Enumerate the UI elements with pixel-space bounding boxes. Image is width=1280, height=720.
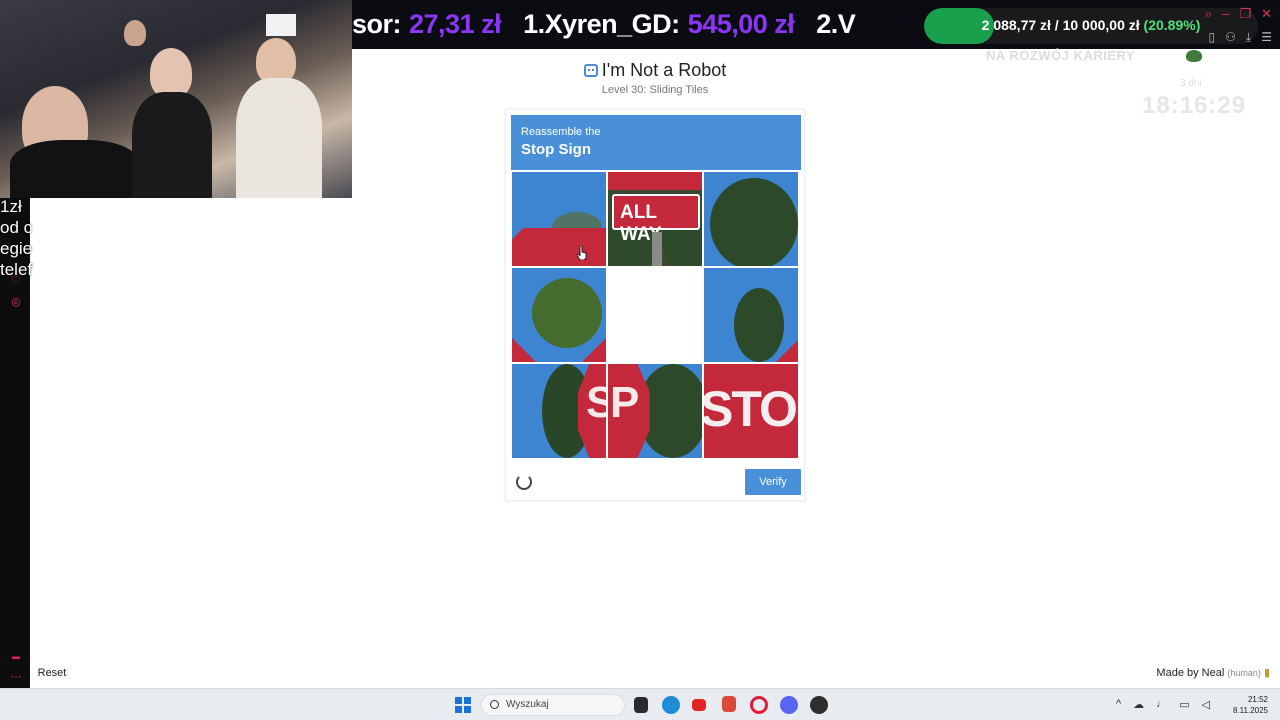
search-icon[interactable]: ⌕ bbox=[1205, 6, 1212, 22]
tile-grid: ALL WAY SP STO bbox=[512, 172, 800, 460]
reset-button[interactable]: Reset bbox=[30, 660, 74, 686]
bookmark-icon[interactable]: ▯ bbox=[1209, 30, 1216, 45]
page-subtitle: Level 30: Sliding Tiles bbox=[601, 84, 709, 96]
windows-start-icon[interactable] bbox=[455, 697, 471, 713]
volume-icon[interactable]: ◁ bbox=[1202, 698, 1210, 711]
ticker-name: sor: bbox=[352, 9, 402, 39]
page-title: I'm Not a Robot bbox=[0, 60, 1280, 81]
puzzle-tile[interactable] bbox=[512, 172, 606, 266]
countdown-clock: 18:16:29 bbox=[1142, 92, 1247, 119]
ticker-amount: 545,00 zł bbox=[687, 9, 795, 39]
goal-current: 2 088,77 zł bbox=[981, 17, 1051, 33]
browser-toolbar-icons: ▯ ⚇ ⤓ ☰ bbox=[1209, 30, 1272, 45]
network-icon[interactable]: ▭ bbox=[1179, 698, 1189, 711]
captcha-widget: Reassemble the Stop Sign ALL WAY S P STO… bbox=[505, 109, 805, 501]
taskbar: Wyszukaj ^ ☁ ♩ ▭ ◁ 21:52 8.11.2025 bbox=[0, 688, 1280, 720]
menu-icon[interactable]: ☰ bbox=[1261, 30, 1272, 45]
webcam-feed bbox=[0, 0, 352, 198]
snipping-tool-icon[interactable] bbox=[722, 696, 736, 712]
app-icon[interactable]: ▬ bbox=[9, 650, 23, 664]
cup-icon: ▮ bbox=[1263, 667, 1270, 679]
youtube-icon[interactable] bbox=[692, 699, 706, 711]
puzzle-tile[interactable] bbox=[704, 172, 798, 266]
ticker-name: 1.Xyren_GD: bbox=[523, 9, 680, 39]
opera-icon[interactable] bbox=[750, 696, 768, 714]
microphone-icon[interactable]: ♩ bbox=[1156, 698, 1167, 711]
file-explorer-icon[interactable] bbox=[634, 697, 648, 713]
close-icon[interactable]: ✕ bbox=[1261, 6, 1272, 22]
goal-target: 10 000,00 zł bbox=[1062, 17, 1140, 33]
puzzle-tile[interactable]: SP bbox=[512, 364, 606, 458]
minimize-icon[interactable]: – bbox=[1222, 6, 1229, 22]
hand-cursor-icon bbox=[577, 246, 587, 260]
captcha-instruction: Reassemble the bbox=[521, 126, 601, 138]
chevron-up-icon[interactable]: ^ bbox=[1116, 698, 1121, 711]
puzzle-tile[interactable] bbox=[512, 268, 606, 362]
clock-date[interactable]: 21:52 8.11.2025 bbox=[1233, 694, 1268, 716]
puzzle-tile[interactable] bbox=[704, 268, 798, 362]
ticker-name: 2.V bbox=[816, 9, 856, 39]
captcha-target: Stop Sign bbox=[521, 141, 591, 158]
puzzle-tile[interactable]: STO bbox=[704, 364, 798, 458]
profile-icon[interactable]: ⚇ bbox=[1225, 30, 1236, 45]
made-by-credit[interactable]: Made by Neal (human) ▮ bbox=[1156, 666, 1270, 679]
puzzle-tile[interactable]: P bbox=[608, 364, 702, 458]
promo-text: 1zł od c egie telef bbox=[0, 197, 33, 279]
captcha-header: Reassemble the Stop Sign bbox=[511, 115, 801, 170]
ticker-amount: 27,31 zł bbox=[409, 9, 502, 39]
cloud-icon[interactable]: ☁ bbox=[1133, 698, 1144, 711]
edge-icon[interactable] bbox=[662, 696, 680, 714]
discord-icon[interactable] bbox=[780, 696, 798, 714]
verify-button[interactable]: Verify bbox=[745, 469, 801, 495]
taskbar-search[interactable]: Wyszukaj bbox=[481, 694, 625, 716]
settings-icon[interactable]: ◎ bbox=[9, 295, 23, 309]
download-icon[interactable]: ⤓ bbox=[1246, 30, 1251, 45]
donation-ticker: sor: 27,31 zł 1.Xyren_GD: 545,00 zł 2.V 2 08… bbox=[352, 0, 1280, 49]
empty-tile-slot[interactable] bbox=[608, 268, 702, 362]
goal-percent: (20.89%) bbox=[1143, 17, 1201, 33]
window-controls: ⌕ – ❐ ✕ bbox=[1205, 6, 1272, 22]
puzzle-tile[interactable]: ALL WAY bbox=[608, 172, 702, 266]
obs-icon[interactable] bbox=[810, 696, 828, 714]
restore-icon[interactable]: ❐ bbox=[1239, 6, 1251, 22]
search-icon bbox=[490, 700, 499, 709]
system-tray: ^ ☁ ♩ ▭ ◁ bbox=[1116, 698, 1210, 711]
more-icon[interactable]: ⋯ bbox=[9, 670, 23, 684]
robot-icon bbox=[583, 64, 598, 77]
refresh-icon[interactable] bbox=[516, 474, 532, 490]
